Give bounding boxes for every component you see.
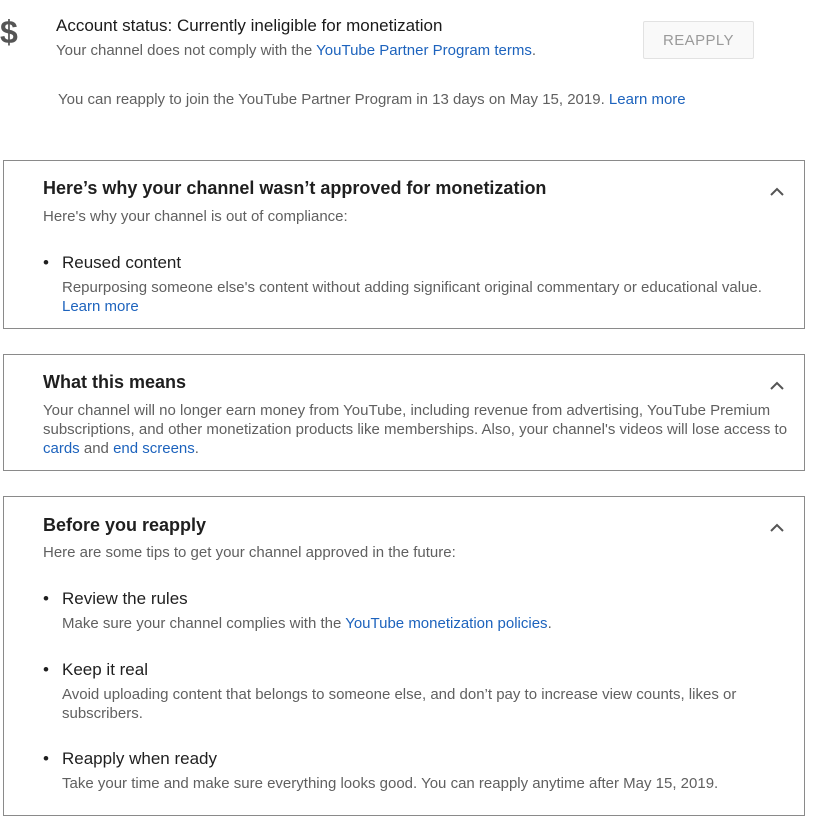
bullet: • [43,660,49,679]
bullet: • [43,749,49,768]
monetization-policies-link[interactable]: YouTube monetization policies [345,615,547,632]
means-text-prefix: Your channel will no longer earn money f… [43,402,788,438]
account-status-description: Your channel does not comply with the Yo… [56,42,536,59]
bullet: • [43,589,49,608]
item-title: Reapply when ready [62,749,217,768]
why-not-approved-card: Here’s why your channel wasn’t approved … [3,160,805,329]
why-not-approved-subtitle: Here's why your channel is out of compli… [43,208,348,225]
item-description: Take your time and make sure everything … [62,775,719,792]
cards-link[interactable]: cards [43,440,80,457]
what-this-means-text: Your channel will no longer earn money f… [43,401,793,458]
item-description: Avoid uploading content that belongs to … [62,686,737,722]
status-sub-prefix: Your channel does not comply with the [56,42,317,59]
item-description: Make sure your channel complies with the… [62,614,797,633]
reapply-note: You can reapply to join the YouTube Part… [58,91,686,108]
end-screens-link[interactable]: end screens [113,440,195,457]
means-text-suffix: . [194,440,199,457]
before-you-reapply-subtitle: Here are some tips to get your channel a… [43,544,456,561]
reused-content-learn-more-link[interactable]: Learn more [62,298,139,315]
item-title: Keep it real [62,660,148,679]
chevron-up-icon[interactable] [770,521,784,535]
reapply-learn-more-link[interactable]: Learn more [609,91,686,108]
account-status-title: Account status: Currently ineligible for… [56,16,443,35]
chevron-up-icon[interactable] [770,185,784,199]
reapply-button[interactable]: REAPPLY [643,21,754,59]
item-desc-text: Repurposing someone else's content witho… [62,279,762,296]
item-title: Review the rules [62,589,188,608]
before-you-reapply-title[interactable]: Before you reapply [43,515,206,536]
before-you-reapply-card: Before you reapply Here are some tips to… [3,496,805,816]
what-this-means-card: What this means Your channel will no lon… [3,354,805,471]
why-not-approved-title[interactable]: Here’s why your channel wasn’t approved … [43,178,546,199]
dollar-icon: $ [0,14,18,50]
item-title: Reused content [62,253,182,272]
item-description: Repurposing someone else's content witho… [62,278,797,316]
bullet: • [43,253,49,272]
status-sub-suffix: . [531,42,536,59]
reapply-note-text: You can reapply to join the YouTube Part… [58,91,609,108]
means-text-and: and [79,440,114,457]
chevron-up-icon[interactable] [770,379,784,393]
item-desc-text: Make sure your channel complies with the [62,615,346,632]
what-this-means-title[interactable]: What this means [43,372,186,393]
partner-program-terms-link[interactable]: YouTube Partner Program terms [316,42,532,59]
account-status: $ Account status: Currently ineligible f… [0,0,824,130]
item-desc-suffix: . [547,615,552,632]
